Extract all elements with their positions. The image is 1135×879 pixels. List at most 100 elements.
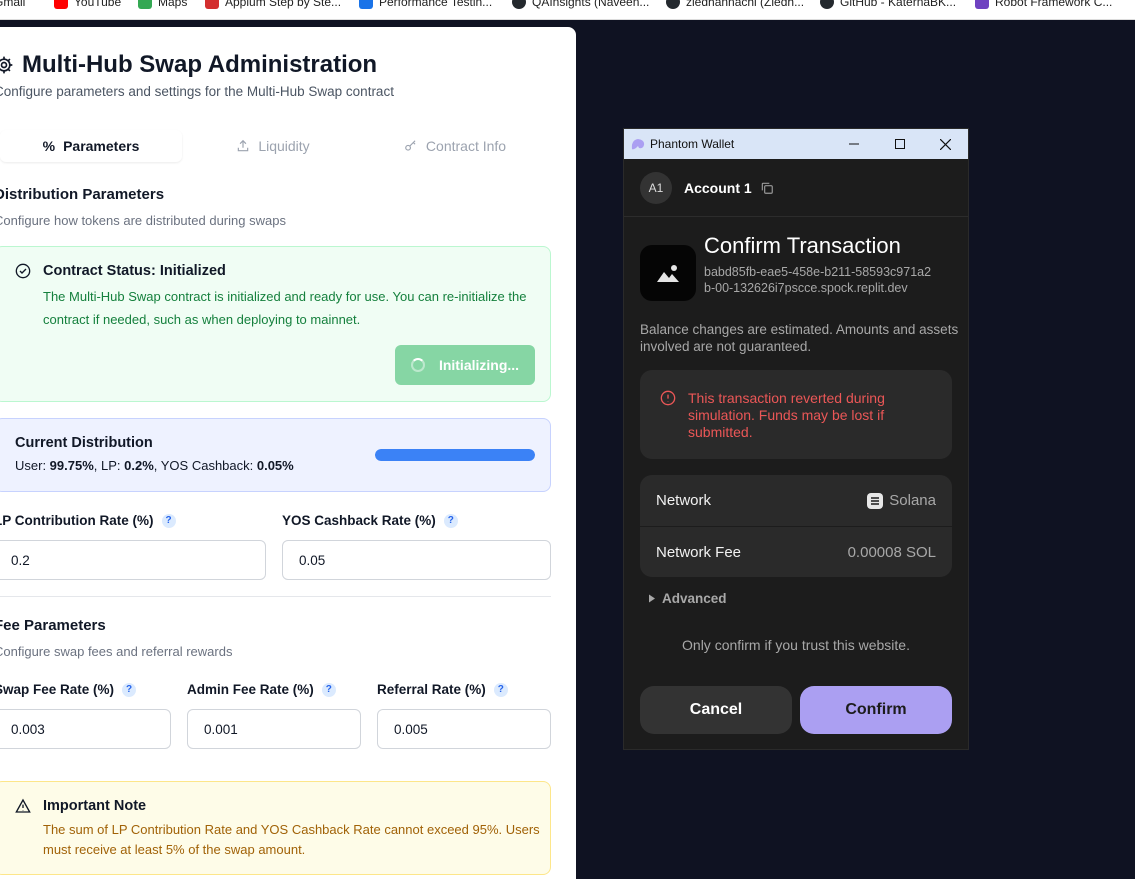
close-icon	[939, 138, 951, 150]
yos-rate-label: YOS Cashback Rate (%)?	[282, 513, 458, 528]
bookmark-gmail[interactable]: Gmail	[0, 0, 25, 12]
admin-panel: Multi-Hub Swap Administration Configure …	[0, 27, 576, 879]
distribution-summary: User: 99.75%, LP: 0.2%, YOS Cashback: 0.…	[15, 458, 294, 473]
bookmark-robot-framework[interactable]: Robot Framework C...	[975, 0, 1112, 12]
network-label: Network	[656, 492, 712, 509]
initialize-button[interactable]: Initializing...	[395, 345, 535, 385]
distribution-progress-fill	[375, 449, 535, 461]
maximize-button[interactable]	[877, 129, 923, 159]
tab-bar: % Parameters Liquidity Contract Info	[0, 130, 546, 162]
phantom-icon	[631, 139, 645, 150]
distribution-progress-bar	[375, 449, 535, 461]
bookmark-github[interactable]: GitHub - KaternaBK...	[820, 0, 956, 12]
network-fee-row: Network Fee 0.00008 SOL	[640, 527, 952, 578]
tab-parameters[interactable]: % Parameters	[0, 130, 182, 162]
network-fee-label: Network Fee	[656, 544, 742, 561]
confirm-title: Confirm Transaction	[704, 233, 901, 258]
github-icon	[512, 0, 526, 9]
bookmark-ziedhannachi[interactable]: ziedhannachi (Ziedh...	[666, 0, 804, 12]
distribution-title: Distribution Parameters	[0, 186, 165, 203]
window-title-bar: Phantom Wallet	[624, 129, 968, 159]
swap-fee-input[interactable]: 0.003	[0, 709, 171, 749]
fee-title: Fee Parameters	[0, 617, 106, 634]
balance-note: Balance changes are estimated. Amounts a…	[640, 322, 959, 354]
bookmark-performance[interactable]: Performance Testin...	[359, 0, 492, 12]
github-icon	[666, 0, 680, 9]
site-url: babd85fb-eae5-458e-b211-58593c971a2b-00-…	[704, 265, 932, 295]
github-icon	[820, 0, 834, 9]
check-circle-icon	[15, 263, 31, 279]
tab-liquidity[interactable]: Liquidity	[182, 130, 364, 162]
help-icon[interactable]: ?	[161, 513, 176, 528]
cancel-button[interactable]: Cancel	[640, 686, 792, 734]
yos-rate-input[interactable]: 0.05	[282, 540, 551, 580]
account-header[interactable]: A1 Account 1	[624, 159, 968, 217]
current-distribution-card: Current Distribution User: 99.75%, LP: 0…	[0, 418, 551, 492]
important-note-card: Important Note The sum of LP Contributio…	[0, 781, 551, 875]
image-placeholder-icon	[657, 265, 679, 282]
contract-status-card: Contract Status: Initialized The Multi-H…	[0, 246, 551, 402]
minimize-button[interactable]	[831, 129, 877, 159]
caret-right-icon	[649, 594, 655, 603]
minimize-icon	[849, 143, 859, 145]
alert-circle-icon	[660, 390, 676, 406]
upload-icon	[238, 139, 249, 152]
gear-icon	[0, 56, 13, 74]
phantom-wallet-window: Phantom Wallet A1 Account 1 Confirm Tran…	[623, 128, 969, 750]
referral-rate-label: Referral Rate (%)?	[377, 682, 508, 697]
robot-icon	[975, 0, 989, 9]
page-title: Multi-Hub Swap Administration	[22, 51, 378, 78]
network-row: Network Solana	[640, 475, 952, 526]
percent-icon: %	[42, 138, 56, 154]
help-icon[interactable]: ?	[122, 682, 137, 697]
simulation-error-message: This transaction reverted during simulat…	[688, 390, 885, 440]
solana-icon	[867, 492, 884, 509]
tab-contract-info[interactable]: Contract Info	[364, 130, 546, 162]
avatar: A1	[640, 171, 672, 204]
maps-icon	[138, 0, 152, 9]
admin-fee-label: Admin Fee Rate (%)?	[187, 682, 336, 697]
swap-fee-label: Swap Fee Rate (%)?	[0, 682, 137, 697]
warning-icon	[15, 798, 31, 813]
bookmark-qainsights[interactable]: QAInsights (Naveen...	[512, 0, 649, 12]
current-distribution-title: Current Distribution	[15, 435, 153, 451]
maximize-icon	[895, 139, 905, 149]
distribution-subtitle: Configure how tokens are distributed dur…	[0, 213, 286, 228]
site-icon	[640, 245, 696, 301]
simulation-error-card: This transaction reverted during simulat…	[640, 370, 952, 459]
important-note-title: Important Note	[43, 798, 147, 814]
help-icon[interactable]: ?	[443, 513, 458, 528]
copy-icon[interactable]	[760, 181, 774, 195]
window-title: Phantom Wallet	[650, 137, 735, 151]
confirm-button[interactable]: Confirm	[800, 686, 952, 734]
network-fee-value: 0.00008 SOL	[847, 544, 936, 561]
fee-subtitle: Configure swap fees and referral rewards	[0, 644, 233, 659]
transaction-details: Network Solana Network Fee 0.00008 SOL	[640, 475, 952, 577]
page-header: Multi-Hub Swap Administration	[0, 51, 377, 79]
key-icon	[405, 140, 416, 151]
lp-rate-input[interactable]: 0.2	[0, 540, 266, 580]
youtube-icon	[54, 0, 68, 9]
contract-status-title: Contract Status: Initialized	[43, 263, 226, 279]
page-icon	[359, 0, 373, 9]
contract-status-message: The Multi-Hub Swap contract is initializ…	[43, 289, 527, 327]
divider	[0, 596, 551, 597]
admin-fee-input[interactable]: 0.001	[187, 709, 361, 749]
bookmark-appium[interactable]: Appium Step by Ste...	[205, 0, 341, 12]
close-button[interactable]	[922, 129, 968, 159]
advanced-toggle[interactable]: Advanced	[648, 591, 727, 606]
bookmark-maps[interactable]: Maps	[138, 0, 187, 12]
youtube-icon	[205, 0, 219, 9]
network-value: Solana	[867, 492, 936, 509]
spinner-icon	[410, 358, 425, 372]
help-icon[interactable]: ?	[493, 682, 508, 697]
page-subtitle: Configure parameters and settings for th…	[0, 84, 394, 99]
account-name: Account 1	[684, 179, 752, 196]
bookmarks-bar: Gmail YouTube Maps Appium Step by Ste...…	[0, 0, 1135, 20]
important-note-message: The sum of LP Contribution Rate and YOS …	[43, 822, 540, 857]
trust-note: Only confirm if you trust this website.	[682, 637, 910, 653]
bookmark-youtube[interactable]: YouTube	[54, 0, 121, 12]
lp-rate-label: LP Contribution Rate (%)?	[0, 513, 176, 528]
help-icon[interactable]: ?	[321, 682, 336, 697]
referral-rate-input[interactable]: 0.005	[377, 709, 551, 749]
